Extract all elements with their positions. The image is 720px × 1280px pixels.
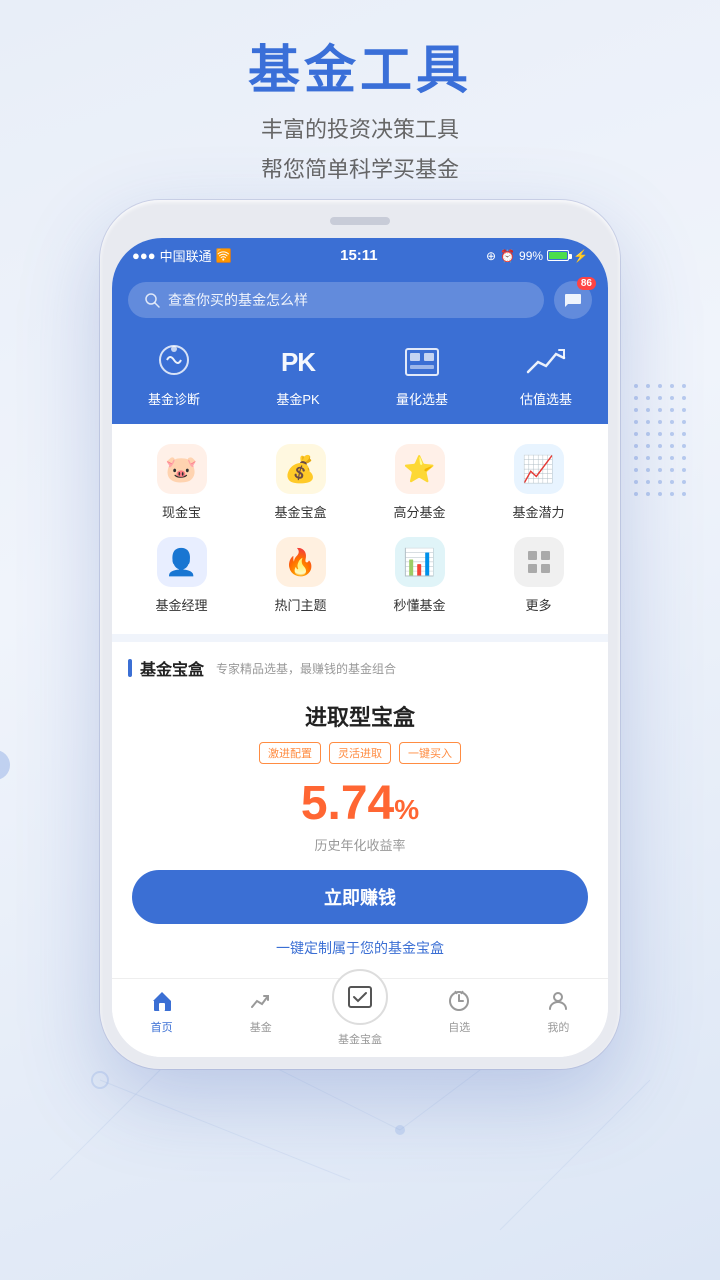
page-title: 基金工具 [0, 40, 720, 102]
grid-item-jijinjingli[interactable]: 👤 基金经理 [129, 537, 234, 614]
grid-item-xianjinbao[interactable]: 🐷 现金宝 [129, 444, 234, 521]
dots-decoration [630, 380, 690, 505]
baohe-icon [332, 969, 388, 1025]
miaodongjijin-icon: 📊 [395, 537, 445, 587]
section-desc: 专家精品选基，最赚钱的基金组合 [216, 660, 396, 677]
card-title: 进取型宝盒 [132, 700, 588, 732]
section-header: 基金宝盒 专家精品选基，最赚钱的基金组合 [112, 634, 608, 690]
bottom-tab-bar: 首页 基金 [112, 978, 608, 1057]
more-icon [514, 537, 564, 587]
cta-button[interactable]: 立即赚钱 [132, 870, 588, 924]
tab-watchlist[interactable]: 自选 [410, 987, 509, 1047]
grid-section: 🐷 现金宝 💰 基金宝盒 ⭐ 高分基金 📈 基金潜力 [112, 424, 608, 634]
home-icon [148, 987, 176, 1015]
nav-item-valuation[interactable]: 估值选基 [484, 341, 608, 408]
hottheme-icon: 🔥 [276, 537, 326, 587]
grid-item-hottheme[interactable]: 🔥 热门主题 [248, 537, 353, 614]
valuation-icon [520, 341, 572, 383]
gaofenjijin-icon: ⭐ [395, 444, 445, 494]
message-badge: 86 [577, 277, 596, 290]
tab-home-label: 首页 [151, 1019, 173, 1035]
rate-label: 历史年化收益率 [132, 835, 588, 854]
grid-row-1: 🐷 现金宝 💰 基金宝盒 ⭐ 高分基金 📈 基金潜力 [112, 440, 608, 533]
section-title: 基金宝盒 [140, 656, 204, 680]
phone-mockup: ●●● 中国联通 🛜 15:11 ⊕ ⏰ 99% ⚡ [100, 200, 620, 1069]
grid-item-gaofenjijin[interactable]: ⭐ 高分基金 [367, 444, 472, 521]
message-button[interactable]: 86 [554, 281, 592, 319]
tab-fund[interactable]: 基金 [211, 987, 310, 1047]
tab-watchlist-label: 自选 [448, 1019, 470, 1035]
search-box[interactable]: 查查你买的基金怎么样 [128, 282, 544, 318]
grid-row-2: 👤 基金经理 🔥 热门主题 📊 秒懂基金 [112, 533, 608, 626]
xianjinbao-icon: 🐷 [157, 444, 207, 494]
quantitative-icon [396, 341, 448, 383]
grid-item-miaodongjijin[interactable]: 📊 秒懂基金 [367, 537, 472, 614]
jijinqianli-icon: 📈 [514, 444, 564, 494]
rate-value: 5.74% [132, 778, 588, 831]
grid-item-jijinqianli[interactable]: 📈 基金潜力 [486, 444, 591, 521]
tab-baohe-label: 基金宝盒 [338, 1031, 382, 1047]
status-carrier: ●●● 中国联通 🛜 [132, 246, 232, 265]
nav-item-pk[interactable]: PK 基金PK [236, 341, 360, 408]
grid-item-jiijinbaohe[interactable]: 💰 基金宝盒 [248, 444, 353, 521]
search-area: 查查你买的基金怎么样 86 [112, 271, 608, 331]
tag-1: 灵活进取 [329, 742, 391, 764]
jijinjingli-icon: 👤 [157, 537, 207, 587]
page-header: 基金工具 丰富的投资决策工具 帮您简单科学买基金 [0, 0, 720, 210]
nav-item-diagnosis[interactable]: 基金诊断 [112, 341, 236, 408]
tab-mine-label: 我的 [547, 1019, 569, 1035]
link-text[interactable]: 一键定制属于您的基金宝盒 [132, 938, 588, 958]
nav-item-quantitative[interactable]: 量化选基 [360, 341, 484, 408]
section-bar [128, 659, 132, 677]
status-bar: ●●● 中国联通 🛜 15:11 ⊕ ⏰ 99% ⚡ [112, 238, 608, 271]
tab-mine[interactable]: 我的 [509, 987, 608, 1047]
grid-item-more[interactable]: 更多 [486, 537, 591, 614]
mine-icon [544, 987, 572, 1015]
tag-2: 一键买入 [399, 742, 461, 764]
search-icon [144, 292, 160, 308]
search-placeholder: 查查你买的基金怎么样 [168, 290, 308, 310]
card-content: 进取型宝盒 激进配置 灵活进取 一键买入 5.74% 历史年化收益率 立即赚钱 … [112, 690, 608, 978]
pk-icon: PK [272, 341, 324, 383]
status-right: ⊕ ⏰ 99% ⚡ [486, 249, 588, 263]
tab-fund-label: 基金 [250, 1019, 272, 1035]
tag-row: 激进配置 灵活进取 一键买入 [132, 742, 588, 764]
watchlist-icon [445, 987, 473, 1015]
tab-baohe[interactable]: 基金宝盒 [310, 987, 409, 1047]
jijinbaohe-icon: 💰 [276, 444, 326, 494]
diagnosis-icon [148, 341, 200, 383]
page-subtitle: 丰富的投资决策工具 帮您简单科学买基金 [0, 110, 720, 189]
fund-icon [247, 987, 275, 1015]
status-time: 15:11 [340, 247, 378, 264]
tab-home[interactable]: 首页 [112, 987, 211, 1047]
message-icon [563, 290, 583, 310]
tag-0: 激进配置 [259, 742, 321, 764]
top-nav: 基金诊断 PK 基金PK [112, 331, 608, 424]
